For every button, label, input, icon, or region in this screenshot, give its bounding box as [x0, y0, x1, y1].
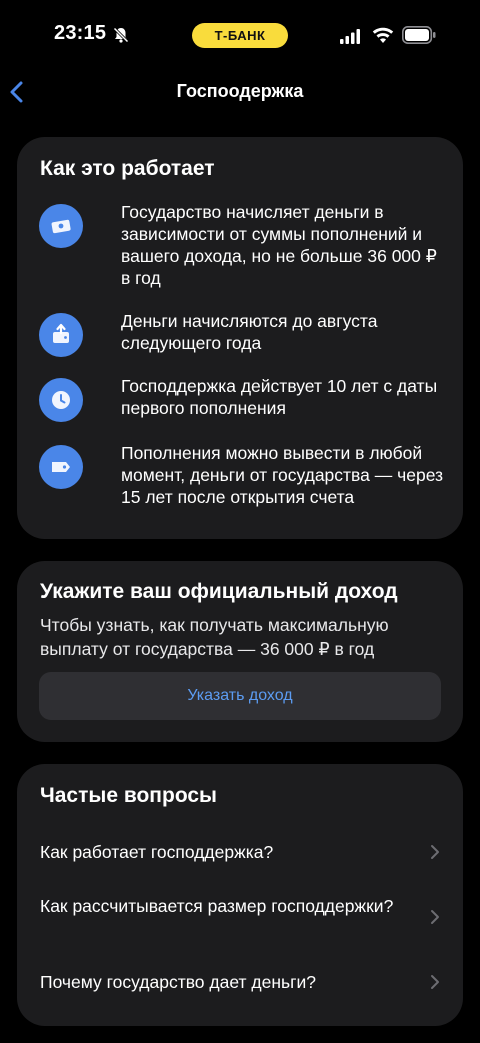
income-card: Укажите ваш официальный доход Чтобы узна…	[17, 561, 463, 742]
wifi-icon	[372, 26, 394, 44]
faq-item-why-state-pays[interactable]: Почему государство дает деньги?	[17, 960, 463, 1004]
chevron-right-icon	[429, 973, 441, 991]
info-item-text: Государство начисляет деньги в зависимос…	[121, 202, 437, 288]
faq-card: Частые вопросы Как работает господдержка…	[17, 764, 463, 1026]
chevron-right-icon	[429, 908, 441, 926]
info-item-text: Деньги начисляются до августа следующего…	[121, 311, 378, 353]
how-it-works-card: Как это работает Государство начисляет д…	[17, 137, 463, 539]
page-title: Госпоодержка	[176, 81, 304, 101]
status-time: 23:15	[54, 22, 107, 44]
bell-muted-icon	[112, 26, 130, 44]
info-item-text: Пополнения можно вывести в любой момент,…	[121, 443, 444, 507]
money-icon	[39, 204, 83, 248]
faq-item-label: Как рассчитывается размер господдержки?	[40, 896, 394, 916]
carrier-badge: Т-БАНК	[192, 23, 288, 48]
navigation-bar: Госпоодержка	[0, 72, 480, 112]
faq-title: Частые вопросы	[40, 784, 217, 807]
battery-icon	[402, 26, 436, 44]
how-it-works-title: Как это работает	[40, 157, 215, 180]
status-bar: 23:15 Т-БАНК	[0, 0, 480, 72]
income-title: Укажите ваш официальный доход	[40, 580, 398, 603]
faq-item-calculation[interactable]: Как рассчитывается размер господдержки?	[17, 886, 463, 946]
screen: 23:15 Т-БАНК Госпоодержка Как это работа…	[0, 0, 480, 1043]
faq-item-how-it-works[interactable]: Как работает господдержка?	[17, 830, 463, 874]
chevron-right-icon	[429, 843, 441, 861]
income-description: Чтобы узнать, как получать максимальную …	[40, 615, 389, 659]
info-item-text: Господдержка действует 10 лет с даты пер…	[121, 376, 438, 418]
wallet-in-icon	[39, 313, 83, 357]
faq-item-label: Как работает господдержка?	[40, 842, 274, 862]
specify-income-button[interactable]: Указать доход	[39, 672, 441, 720]
faq-item-label: Почему государство дает деньги?	[40, 972, 316, 992]
ticket-icon	[39, 445, 83, 489]
clock-icon	[39, 378, 83, 422]
cellular-signal-icon	[340, 28, 360, 44]
